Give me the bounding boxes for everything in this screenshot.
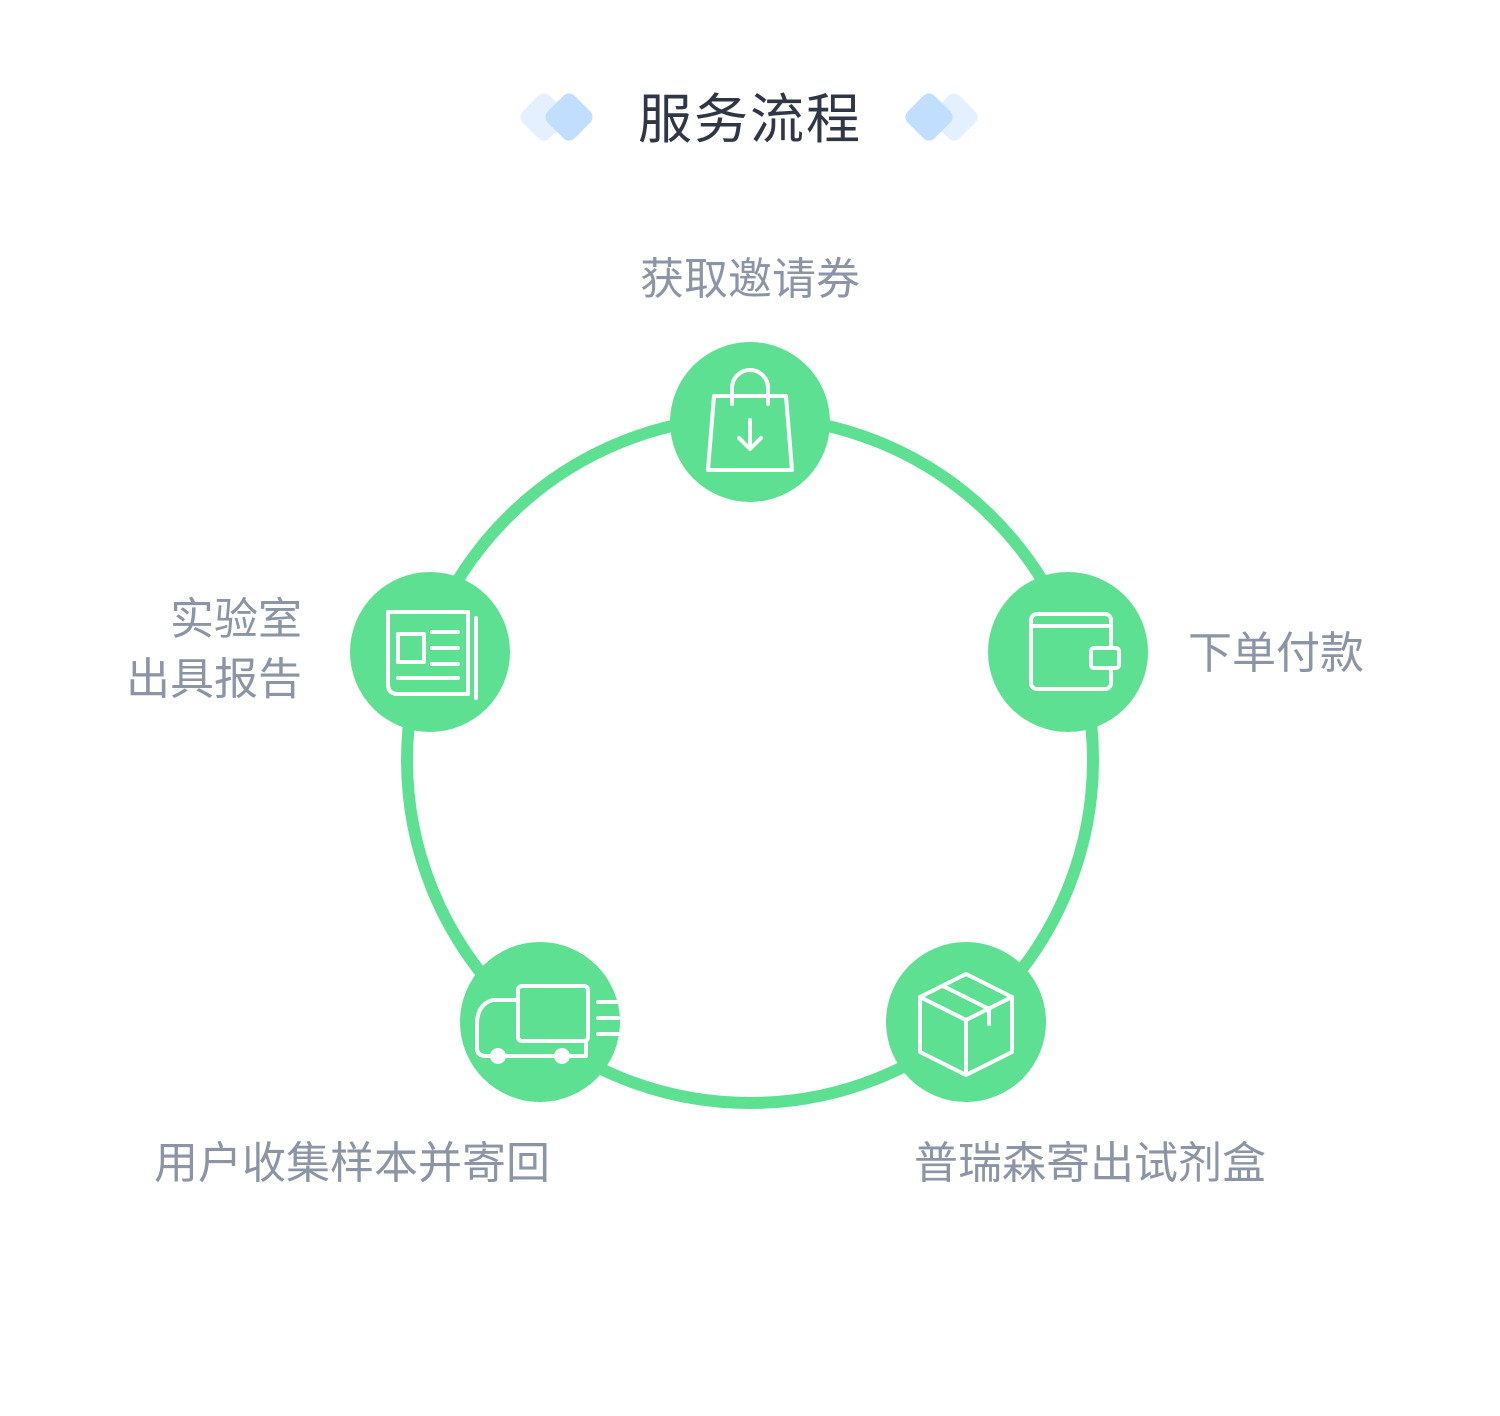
step-label-lab-report-line-2: 出具报告 <box>126 654 302 705</box>
step-label-invite: 获取邀请券 <box>640 254 860 305</box>
step-node-invite <box>670 342 830 502</box>
step-node-kit-shipped <box>886 942 1046 1102</box>
step-label-sample-return: 用户收集样本并寄回 <box>154 1138 550 1189</box>
step-label-lab-report: 实验室 出具报告 <box>60 590 302 710</box>
step-label-kit-shipped: 普瑞森寄出试剂盒 <box>914 1138 1266 1189</box>
step-node-lab-report <box>350 572 510 732</box>
step-label-lab-report-line-1: 实验室 <box>170 594 302 645</box>
step-node-sample-return <box>460 942 620 1102</box>
step-label-payment: 下单付款 <box>1188 628 1364 679</box>
step-node-payment <box>988 572 1148 732</box>
